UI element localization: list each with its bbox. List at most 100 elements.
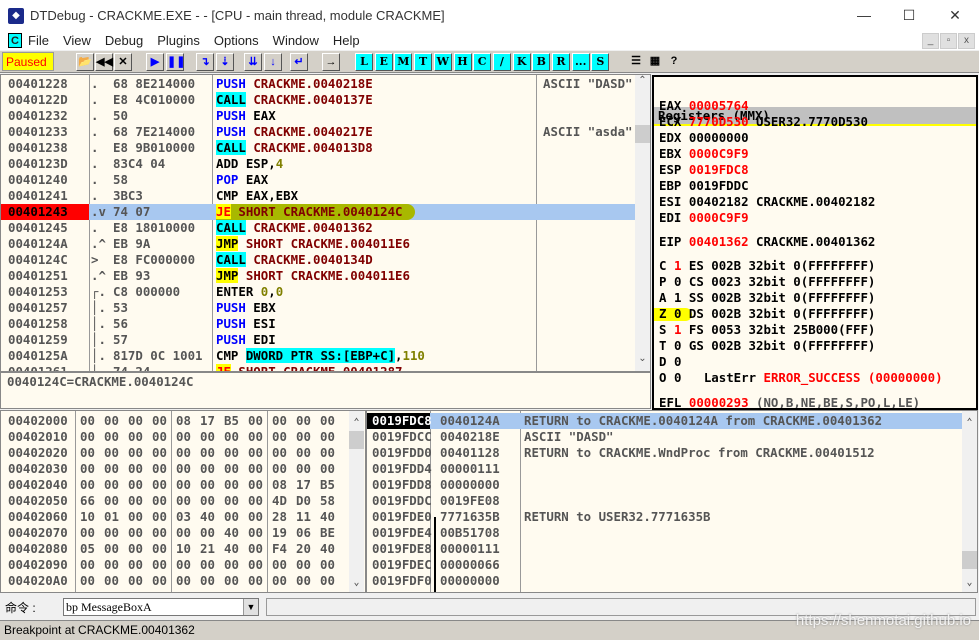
stack-row[interactable]: 0019FDE0 7771635B RETURN to USER32.7771635… (367, 509, 962, 525)
stack-row[interactable]: 0019FDCC 0040218E ASCII "DASD" (367, 429, 962, 445)
stack-row[interactable]: 0019FDF0 00000000 (367, 573, 962, 589)
stack-pane[interactable]: ⌃ ⌄ 0019FDC8 0040124A RETURN to CRACKME.00… (366, 410, 978, 593)
register-row[interactable]: D 0 (659, 354, 696, 370)
register-row[interactable]: ESI 00402182 CRACKME.00402182 (659, 194, 883, 210)
restart-button[interactable]: ◀◀ (95, 53, 113, 71)
maximize-button[interactable]: ☐ (886, 0, 932, 31)
stack-row[interactable]: 0019FDDC 0019FE08 (367, 493, 962, 509)
toolbar-button-dots[interactable]: ... (571, 53, 590, 71)
goto-button[interactable]: → (322, 53, 340, 71)
register-row[interactable]: EAX 00005764 (659, 98, 763, 114)
toolbar-button-K[interactable]: K (512, 53, 531, 71)
register-row[interactable]: EBP 0019FDDC (659, 178, 763, 194)
disasm-row[interactable]: 00401251 .^ EB 93 JMP SHORT CRACKME.004011E… (1, 268, 635, 284)
stack-row[interactable]: 0019FDE4 00B51708 (367, 525, 962, 541)
stack-row[interactable]: 0019FDD4 00000111 (367, 461, 962, 477)
toolbar-button-L[interactable]: L (355, 53, 373, 71)
register-row[interactable]: C 1 ES 002B 32bit 0(FFFFFFFF) (659, 258, 883, 274)
command-input[interactable]: bp MessageBoxA ▼ (63, 598, 259, 616)
stack-row[interactable]: 0019FDD0 00401128 RETURN to CRACKME.WndPro… (367, 445, 962, 461)
toolbar-button-W[interactable]: W (433, 53, 452, 71)
register-row[interactable]: ESP 0019FDC8 (659, 162, 763, 178)
toolbar-button-T[interactable]: T (414, 53, 433, 71)
register-row[interactable]: A 1 SS 002B 32bit 0(FFFFFFFF) (659, 290, 883, 306)
pause-button[interactable]: ❚❚ (166, 53, 185, 71)
disasm-row[interactable]: 00401228. 68 8E214000 PUSH CRACKME.0040218… (1, 76, 635, 92)
disasm-row[interactable]: 0040123D. 83C4 04 ADD ESP,4 (1, 156, 635, 172)
register-row[interactable]: O 0 LastErr ERROR_SUCCESS (00000000) (659, 370, 943, 386)
register-row[interactable]: Z 0 DS 002B 32bit 0(FFFFFFFF) (654, 306, 883, 322)
close-button[interactable]: ✕ (114, 53, 132, 71)
disasm-row[interactable]: 00401253 ┌. C8 000000 ENTER 0,0 (1, 284, 635, 300)
disasm-row[interactable]: 0040122D. E8 4C010000 CALL CRACKME.0040137… (1, 92, 635, 108)
menu-options[interactable]: Options (214, 33, 259, 48)
stack-row[interactable]: 0019FDEC 00000066 (367, 557, 962, 573)
disasm-row[interactable]: 00401238. E8 9B010000 CALL CRACKME.004013D… (1, 140, 635, 156)
scroll-down-icon[interactable]: ⌄ (962, 577, 977, 592)
execute-till-return-button[interactable]: ↵ (290, 53, 308, 71)
scroll-down-icon[interactable]: ⌄ (635, 353, 650, 368)
stack-row[interactable]: 0019FDE8 00000111 (367, 541, 962, 557)
scrollbar-thumb[interactable] (349, 431, 364, 449)
run-button[interactable]: ▶ (146, 53, 164, 71)
disasm-row[interactable]: 00401245. E8 18010000 CALL CRACKME.0040136… (1, 220, 635, 236)
menu-help[interactable]: Help (333, 33, 360, 48)
registers-pane[interactable]: Registers (MMX) EAX 00005764 ECX 7770D53… (652, 75, 978, 410)
register-row[interactable]: S 1 FS 0053 32bit 25B000(FFF) (659, 322, 883, 338)
mdi-minimize-button[interactable]: _ (922, 33, 939, 49)
register-row[interactable]: T 0 GS 002B 32bit 0(FFFFFFFF) (659, 338, 883, 354)
colors-button[interactable]: ▦ (646, 53, 664, 71)
toolbar-button-B[interactable]: B (532, 53, 551, 71)
trace-into-button[interactable]: ⇊ (244, 53, 262, 71)
scroll-down-icon[interactable]: ⌄ (349, 577, 364, 592)
step-over-button[interactable]: ⇣ (216, 53, 234, 71)
disasm-row[interactable]: 00401233. 68 7E214000 PUSH CRACKME.0040217… (1, 124, 635, 140)
toolbar-button-C[interactable]: C (473, 53, 492, 71)
trace-over-button[interactable]: ↓ (264, 53, 282, 71)
step-into-button[interactable]: ↴ (196, 53, 214, 71)
disasm-row[interactable]: 0040124A .^ EB 9A JMP SHORT CRACKME.004011E… (1, 236, 635, 252)
stack-row[interactable]: 0019FDD8 00000000 (367, 477, 962, 493)
register-row[interactable]: EBX 0000C9F9 (659, 146, 763, 162)
toolbar-button-slash[interactable]: / (492, 53, 511, 71)
disassembly-scrollbar[interactable]: ⌃ ⌄ (635, 75, 650, 371)
register-row[interactable]: EFL 00000293 (NO,B,NE,BE,S,PO,L,LE) (659, 395, 928, 408)
list-button[interactable]: ☰ (627, 53, 645, 71)
register-row[interactable]: EIP 00401362 CRACKME.00401362 (659, 234, 883, 250)
register-row[interactable]: ECX 7770D530 USER32.7770D530 (659, 114, 875, 130)
toolbar-button-E[interactable]: E (374, 53, 393, 71)
scroll-up-icon[interactable]: ⌃ (635, 75, 650, 90)
scrollbar-thumb[interactable] (635, 125, 650, 143)
stack-scrollbar[interactable]: ⌃ ⌄ (962, 411, 977, 592)
scroll-up-icon[interactable]: ⌃ (349, 417, 364, 432)
cpu-window-icon[interactable]: C (8, 33, 22, 48)
register-row[interactable]: EDI 0000C9F9 (659, 210, 763, 226)
help-button[interactable]: ? (665, 53, 683, 71)
disasm-row[interactable]: 00401257 │. 53 PUSH EBX (1, 300, 635, 316)
disasm-row[interactable]: 00401259 │. 57 PUSH EDI (1, 332, 635, 348)
register-row[interactable]: P 0 CS 0023 32bit 0(FFFFFFFF) (659, 274, 883, 290)
mdi-restore-button[interactable]: ▫ (940, 33, 957, 49)
mdi-close-button[interactable]: x (958, 33, 975, 49)
dump-scrollbar[interactable]: ⌃ ⌄ (349, 411, 364, 592)
open-button[interactable]: 📂 (76, 53, 94, 71)
minimize-button[interactable]: — (841, 0, 887, 31)
disasm-row[interactable]: 00401241. 3BC3 CMP EAX,EBX (1, 188, 635, 204)
memory-dump-pane[interactable]: ⌃ ⌄ 00402000 00 00 00 00 08 17 B5 00 00 00 00 004020… (0, 410, 366, 593)
disasm-row[interactable]: 0040124C > E8 FC000000 CALL CRACKME.004013… (1, 252, 635, 268)
scrollbar-thumb[interactable] (962, 551, 977, 569)
menu-file[interactable]: File (28, 33, 49, 48)
scroll-up-icon[interactable]: ⌃ (962, 417, 977, 432)
disasm-row[interactable]: 0040125A │. 817D 0C 1001 CMP DWORD PTR SS:[… (1, 348, 635, 364)
register-row[interactable]: EDX 00000000 (659, 130, 763, 146)
disassembly-pane[interactable]: ⌃ ⌄ 00401228. 68 8E214000 PUSH CRACKME.004… (0, 74, 651, 372)
disasm-row[interactable]: 00401258 │. 56 PUSH ESI (1, 316, 635, 332)
dropdown-arrow-icon[interactable]: ▼ (243, 599, 258, 615)
menu-debug[interactable]: Debug (105, 33, 143, 48)
menu-view[interactable]: View (63, 33, 91, 48)
close-button[interactable]: ✕ (932, 0, 978, 31)
disasm-row[interactable]: 00401261 │. 74 24 JE SHORT CRACKME.00401287 (1, 364, 635, 371)
toolbar-button-H[interactable]: H (453, 53, 472, 71)
disasm-row[interactable]: 00401243 .v 74 07 JE SHORT CRACKME.0040124C (1, 204, 635, 220)
menu-plugins[interactable]: Plugins (157, 33, 200, 48)
